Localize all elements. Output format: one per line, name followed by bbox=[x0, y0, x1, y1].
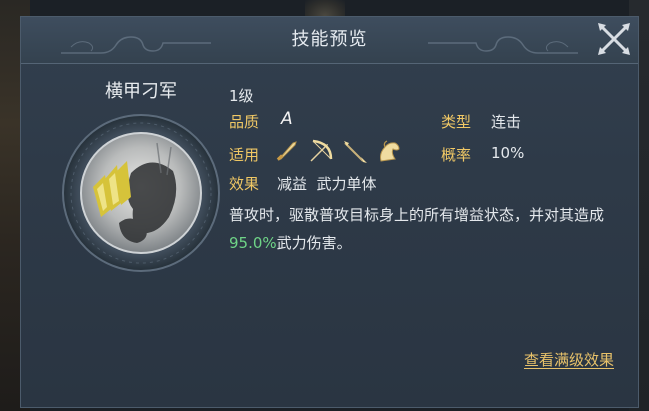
skill-description: 普攻时，驱散普攻目标身上的所有增益状态，并对其造成 95.0%武力伤害。 bbox=[229, 201, 629, 257]
bow-icon bbox=[310, 139, 333, 162]
spear-icon bbox=[344, 141, 367, 163]
skill-level: 1级 bbox=[229, 87, 254, 105]
skill-emblem-icon bbox=[62, 114, 220, 272]
skill-portrait bbox=[61, 113, 221, 273]
unit-type-icons bbox=[273, 137, 413, 165]
game-backdrop-seal bbox=[305, 0, 345, 16]
close-x-icon bbox=[598, 23, 630, 55]
effect-value: 减益 武力单体 bbox=[277, 175, 377, 193]
rate-label: 概率 bbox=[441, 146, 472, 164]
quality-label: 品质 bbox=[229, 113, 260, 131]
description-text: 普攻时，驱散普攻目标身上的所有增益状态，并对其造成 bbox=[229, 206, 605, 224]
effect-label: 效果 bbox=[229, 175, 260, 193]
view-max-level-link[interactable]: 查看满级效果 bbox=[524, 349, 614, 370]
type-label: 类型 bbox=[441, 113, 472, 131]
quality-value: A bbox=[281, 109, 293, 129]
apply-label: 适用 bbox=[229, 146, 260, 164]
rate-value: 10% bbox=[491, 144, 525, 162]
type-value: 连击 bbox=[491, 113, 522, 131]
dialog-title: 技能预览 bbox=[291, 29, 368, 50]
skill-preview-dialog: 技能预览 横甲刁军 1级 品质 A 类型 连击 适用 概率 10% 效果 减益 … bbox=[20, 16, 639, 408]
close-button[interactable] bbox=[592, 17, 636, 61]
sword-icon bbox=[276, 141, 297, 161]
horse-icon bbox=[380, 140, 400, 162]
skill-name: 横甲刁军 bbox=[105, 81, 177, 102]
damage-percent: 95.0% bbox=[229, 234, 277, 252]
dialog-header: 技能预览 bbox=[21, 17, 638, 64]
description-tail: 武力伤害。 bbox=[276, 234, 352, 252]
